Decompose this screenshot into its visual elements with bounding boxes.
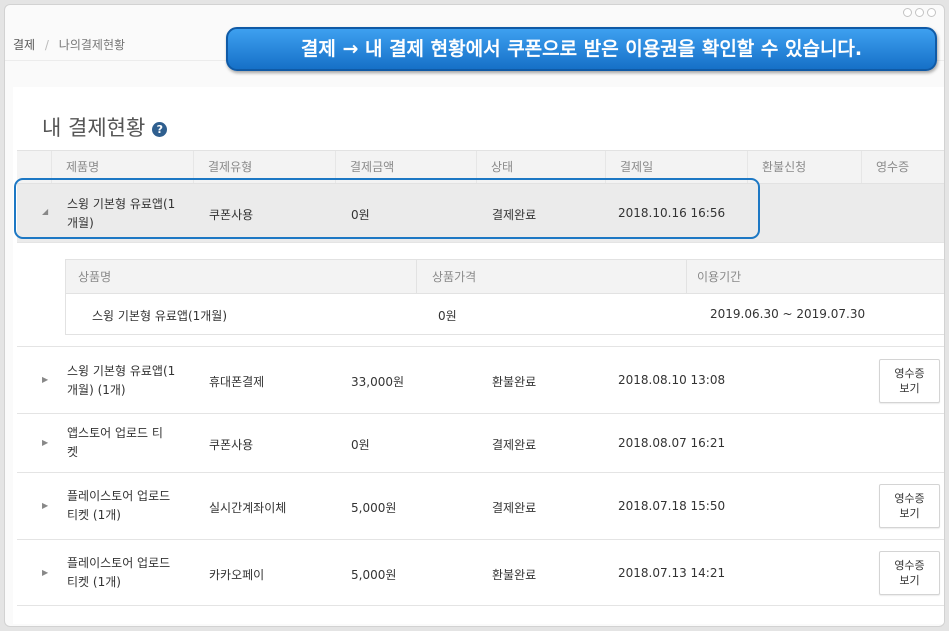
app-window: 결제 / 나의결제현황 내 결제현황? 제품명 결제유형 결제금액 상태 결제일… [4, 4, 945, 627]
page-title-wrap: 내 결제현황? [42, 112, 168, 142]
payment-date: 2018.08.07 16:21 [618, 436, 726, 450]
breadcrumb-separator: / [44, 38, 49, 52]
detail-header-price: 상품가격 [432, 270, 477, 284]
expand-arrow-icon[interactable]: ▶ [42, 501, 48, 510]
divider [686, 260, 687, 294]
payment-status: 결제완료 [492, 438, 537, 452]
page-title: 내 결제현황 [42, 116, 146, 140]
payment-date: 2018.08.10 13:08 [618, 373, 726, 387]
payment-status: 환불완료 [492, 375, 537, 389]
breadcrumb-root[interactable]: 결제 [13, 38, 35, 52]
payment-date: 2018.07.18 15:50 [618, 499, 726, 513]
payment-date: 2018.07.13 14:21 [618, 566, 726, 580]
detail-header: 상품명 상품가격 이용기간 [66, 260, 944, 294]
expand-arrow-icon[interactable]: ▶ [42, 568, 48, 577]
receipt-button[interactable]: 영수증 보기 [879, 551, 940, 595]
main-content: 내 결제현황? 제품명 결제유형 결제금액 상태 결제일 환불신청 영수증 ◢ … [13, 87, 944, 624]
product-name: 플레이스토어 업로드 티켓 (1개) [67, 556, 171, 589]
detail-header-name: 상품명 [78, 270, 112, 284]
product-name: 앱스토어 업로드 티 켓 [67, 426, 163, 459]
product-name: 플레이스토어 업로드 티켓 (1개) [67, 489, 171, 522]
receipt-button[interactable]: 영수증 보기 [879, 359, 940, 403]
payment-type: 실시간계좌이체 [209, 501, 287, 515]
detail-usage-period: 2019.06.30 ~ 2019.07.30 [710, 307, 866, 321]
product-name: 스윙 기본형 유료앱(1 개월) (1개) [67, 364, 176, 397]
receipt-button[interactable]: 영수증 보기 [879, 484, 940, 528]
table-row[interactable]: ▶ 앱스토어 업로드 티 켓 쿠폰사용 0원 결제완료 2018.08.07 1… [17, 414, 944, 473]
payment-amount: 33,000원 [351, 375, 405, 389]
payment-type: 휴대폰결제 [209, 375, 265, 389]
table-row[interactable]: ▶ 스윙 기본형 유료앱(1 개월) (1개) 휴대폰결제 33,000원 환불… [17, 346, 944, 414]
detail-header-period: 이용기간 [697, 270, 742, 284]
window-controls [903, 8, 936, 17]
question-circle-icon[interactable]: ? [152, 122, 168, 137]
window-dot-icon[interactable] [927, 8, 936, 17]
payment-type: 쿠폰사용 [209, 438, 254, 452]
payment-status: 결제완료 [492, 501, 537, 515]
table-row[interactable]: ▶ 플레이스토어 업로드 티켓 (1개) 실시간계좌이체 5,000원 결제완료… [17, 473, 944, 540]
expand-arrow-icon[interactable]: ▶ [42, 375, 48, 384]
callout-banner: 결제 → 내 결제 현황에서 쿠폰으로 받은 이용권을 확인할 수 있습니다. [226, 27, 937, 71]
divider [416, 260, 417, 294]
detail-product-price: 0원 [438, 309, 457, 323]
column-header-refund: 환불신청 [747, 151, 861, 183]
detail-product-name: 스윙 기본형 유료앱(1개월) [92, 309, 228, 323]
column-header-receipt: 영수증 [861, 151, 944, 183]
payment-status: 환불완료 [492, 568, 537, 582]
payment-type: 카카오페이 [209, 568, 265, 582]
window-dot-icon[interactable] [903, 8, 912, 17]
table-row[interactable]: ▶ 플레이스토어 업로드 티켓 (1개) 카카오페이 5,000원 환불완료 2… [17, 540, 944, 606]
payment-amount: 0원 [351, 438, 370, 452]
payment-amount: 5,000원 [351, 568, 397, 582]
highlight-box [14, 178, 760, 239]
detail-panel: 상품명 상품가격 이용기간 스윙 기본형 유료앱(1개월) 0원 2019.06… [65, 259, 944, 335]
payment-amount: 5,000원 [351, 501, 397, 515]
window-dot-icon[interactable] [915, 8, 924, 17]
expand-arrow-icon[interactable]: ▶ [42, 438, 48, 447]
breadcrumb-current: 나의결제현황 [58, 38, 126, 52]
